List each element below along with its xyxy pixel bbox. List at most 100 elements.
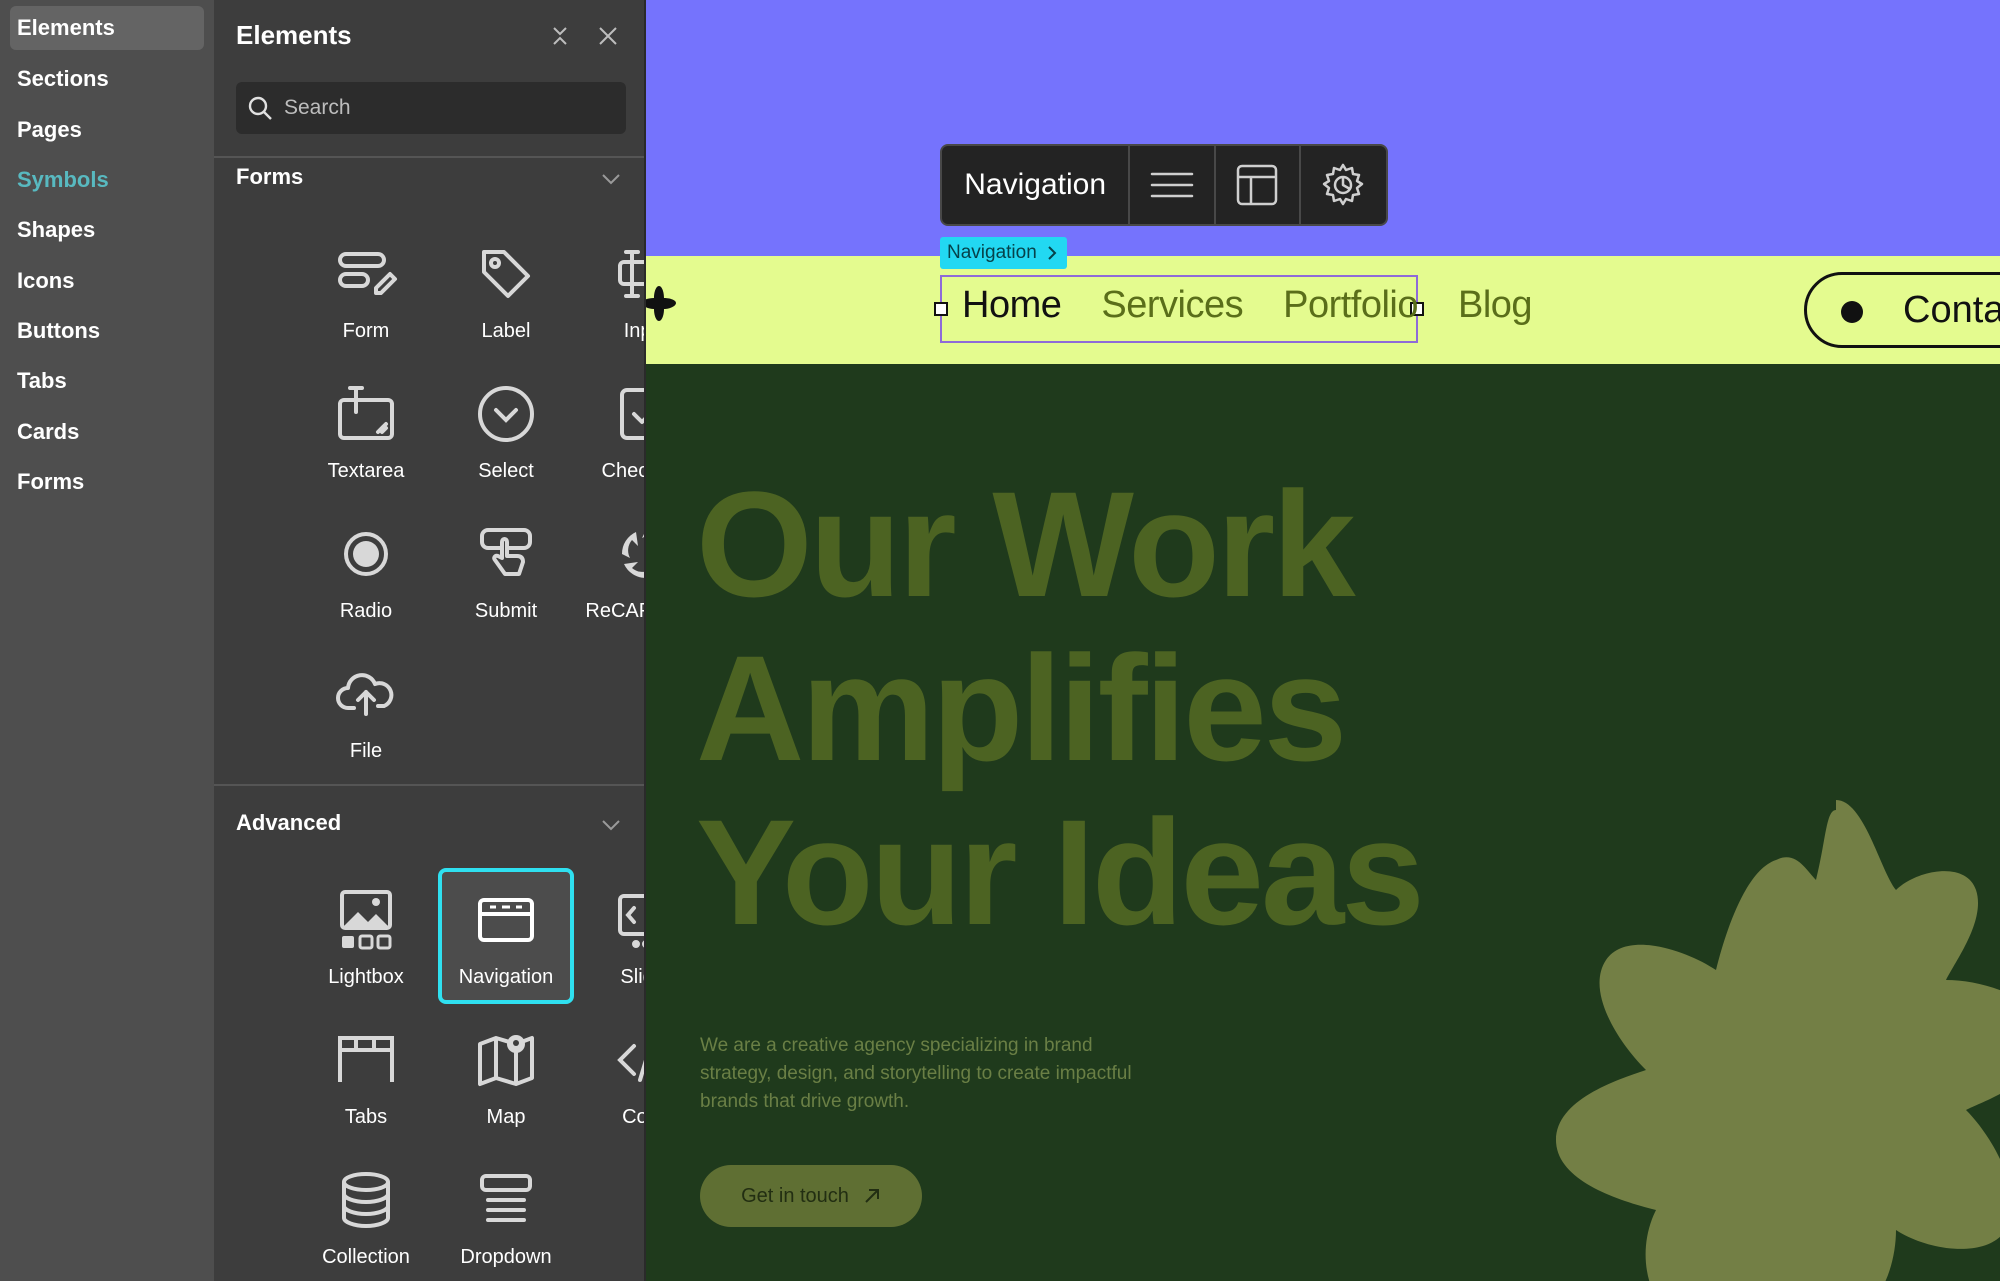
element-label-tile[interactable]: Label xyxy=(438,222,574,358)
search-input[interactable] xyxy=(284,82,614,134)
toolbar-settings-button[interactable] xyxy=(1301,146,1386,224)
forms-section-heading[interactable]: Forms xyxy=(236,164,303,190)
navigation-icon xyxy=(474,888,538,952)
toolbar-element-name[interactable]: Navigation xyxy=(942,146,1131,224)
code-icon xyxy=(614,1028,644,1092)
nav-link-home[interactable]: Home xyxy=(962,284,1062,327)
rail-item-shapes[interactable]: Shapes xyxy=(10,208,204,252)
element-label: Radio xyxy=(339,600,393,622)
collapse-icon[interactable] xyxy=(542,18,578,54)
element-code[interactable]: Code xyxy=(578,1008,646,1144)
dropdown-icon xyxy=(474,1168,538,1232)
get-in-touch-button[interactable]: Get in touch xyxy=(700,1165,922,1227)
close-icon[interactable] xyxy=(590,18,626,54)
rail-item-icons[interactable]: Icons xyxy=(10,259,204,303)
element-label: ReCAPTCHA xyxy=(585,600,644,622)
elements-panel: Elements Forms Form Label Input Textarea… xyxy=(214,0,646,1281)
radio-icon xyxy=(334,522,398,586)
divider xyxy=(214,156,644,158)
rail-item-cards[interactable]: Cards xyxy=(10,410,204,454)
logo-icon[interactable] xyxy=(646,286,682,332)
cloud-upload-icon xyxy=(334,662,398,726)
element-map[interactable]: Map xyxy=(438,1008,574,1144)
element-dropdown[interactable]: Dropdown xyxy=(438,1148,574,1281)
tag-icon xyxy=(474,242,538,306)
element-label: File xyxy=(349,740,383,762)
selection-tag-label: Navigation xyxy=(947,242,1037,263)
nav-links: Home Services Portfolio Blog xyxy=(962,284,1533,327)
selection-tag[interactable]: Navigation xyxy=(940,237,1067,269)
database-icon xyxy=(334,1168,398,1232)
chevron-down-icon[interactable] xyxy=(600,168,622,190)
element-lightbox[interactable]: Lightbox xyxy=(298,868,434,1004)
rail-item-forms[interactable]: Forms xyxy=(10,460,204,504)
element-file[interactable]: File xyxy=(298,642,434,778)
element-input[interactable]: Input xyxy=(578,222,644,358)
element-label: Code xyxy=(622,1106,646,1128)
element-label: Textarea xyxy=(327,460,405,482)
element-label: Map xyxy=(486,1106,526,1128)
dot-icon xyxy=(1841,301,1863,323)
element-label: Form xyxy=(342,320,390,342)
tabs-icon xyxy=(334,1028,398,1092)
slider-icon xyxy=(614,888,644,952)
element-textarea[interactable]: Textarea xyxy=(298,362,434,498)
headline-line-1: Our Work xyxy=(696,460,1356,628)
element-slider[interactable]: Slider xyxy=(578,868,644,1004)
rail-item-elements[interactable]: Elements xyxy=(10,6,204,50)
advanced-section-heading[interactable]: Advanced xyxy=(236,810,341,836)
contact-button[interactable]: Conta xyxy=(1804,272,2000,348)
input-icon xyxy=(614,242,644,306)
element-tabs[interactable]: Tabs xyxy=(298,1008,434,1144)
textarea-icon xyxy=(334,382,398,446)
nav-link-services[interactable]: Services xyxy=(1101,284,1243,327)
design-canvas[interactable]: Navigation Navigation Home Services Port… xyxy=(646,0,2000,1281)
gear-icon xyxy=(1323,163,1364,206)
toolbar-menu-button[interactable] xyxy=(1130,146,1216,224)
element-recaptcha[interactable]: ReCAPTCHA xyxy=(578,502,644,638)
element-label: Slider xyxy=(620,966,644,988)
element-label: Lightbox xyxy=(328,966,404,988)
element-label: Checkbox xyxy=(601,460,646,482)
element-toolbar: Navigation xyxy=(940,144,1388,226)
select-icon xyxy=(474,382,538,446)
element-label: Label xyxy=(481,320,531,342)
element-navigation[interactable]: Navigation xyxy=(438,868,574,1004)
divider xyxy=(214,784,644,786)
cta-label: Get in touch xyxy=(741,1184,849,1207)
lightbox-icon xyxy=(334,888,398,952)
category-rail: Elements Sections Pages Symbols Shapes I… xyxy=(0,0,214,1281)
element-label: Collection xyxy=(322,1246,410,1268)
element-form[interactable]: Form xyxy=(298,222,434,358)
chevron-down-icon[interactable] xyxy=(600,814,622,836)
element-label: Input xyxy=(623,320,644,342)
hero-description: We are a creative agency specializing in… xyxy=(700,1035,1132,1112)
contact-button-label: Conta xyxy=(1903,289,2000,331)
element-label: Submit xyxy=(474,600,538,622)
chevron-right-icon xyxy=(1048,246,1057,260)
element-select[interactable]: Select xyxy=(438,362,574,498)
recaptcha-icon xyxy=(614,522,644,586)
element-radio[interactable]: Radio xyxy=(298,502,434,638)
rail-item-symbols[interactable]: Symbols xyxy=(10,158,204,202)
element-submit[interactable]: Submit xyxy=(438,502,574,638)
element-label: Select xyxy=(478,460,534,482)
resize-handle-left[interactable] xyxy=(934,302,948,316)
search-box xyxy=(236,82,626,134)
element-checkbox[interactable]: Checkbox xyxy=(578,362,646,498)
element-collection[interactable]: Collection xyxy=(298,1148,434,1281)
rail-item-sections[interactable]: Sections xyxy=(10,57,204,101)
toolbar-layout-button[interactable] xyxy=(1216,146,1301,224)
element-label: Dropdown xyxy=(460,1246,552,1268)
nav-link-portfolio[interactable]: Portfolio xyxy=(1283,284,1418,327)
submit-icon xyxy=(474,522,538,586)
rail-item-tabs[interactable]: Tabs xyxy=(10,359,204,403)
checkbox-icon xyxy=(614,382,644,446)
element-label: Navigation xyxy=(458,966,554,988)
arrow-up-right-icon xyxy=(865,1189,879,1203)
rail-item-buttons[interactable]: Buttons xyxy=(10,309,204,353)
headline-line-2: Amplifies xyxy=(696,624,1347,792)
nav-link-blog[interactable]: Blog xyxy=(1458,284,1533,327)
element-label: Tabs xyxy=(344,1106,388,1128)
rail-item-pages[interactable]: Pages xyxy=(10,108,204,152)
